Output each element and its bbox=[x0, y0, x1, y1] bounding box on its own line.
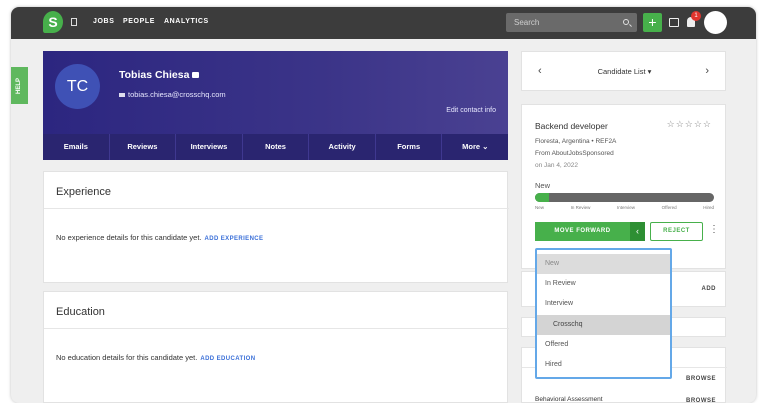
tab-activity[interactable]: Activity bbox=[309, 134, 376, 160]
stage-option-crosschq[interactable]: Crosschq bbox=[537, 315, 670, 335]
stage-progress-fill bbox=[535, 193, 550, 202]
add-button[interactable]: ADD bbox=[702, 286, 717, 292]
tab-interviews[interactable]: Interviews bbox=[176, 134, 243, 160]
search-input[interactable]: Search bbox=[506, 13, 637, 32]
search-icon bbox=[623, 19, 629, 25]
job-title[interactable]: Backend developer bbox=[535, 121, 608, 131]
candidate-avatar: TC bbox=[55, 64, 100, 109]
app-window: S JOBS PEOPLE ANALYTICS Search + 1 HELP … bbox=[11, 7, 756, 403]
candidate-name-text: Tobias Chiesa bbox=[119, 69, 190, 81]
reject-button[interactable]: REJECT bbox=[650, 222, 703, 241]
nav-jobs[interactable]: JOBS bbox=[93, 18, 114, 25]
candidate-profile-header: TC Tobias Chiesa tobias.chiesa@crosschq.… bbox=[43, 51, 508, 160]
add-education-link[interactable]: ADD EDUCATION bbox=[200, 356, 255, 362]
tab-emails[interactable]: Emails bbox=[43, 134, 110, 160]
education-card: Education No education details for this … bbox=[43, 291, 509, 403]
step-in-review: In Review bbox=[570, 205, 591, 210]
candidate-email: tobias.chiesa@crosschq.com bbox=[119, 90, 226, 99]
job-location: Floresta, Argentina • REF2A bbox=[535, 138, 617, 145]
lock-icon bbox=[192, 72, 200, 78]
next-candidate-button[interactable]: › bbox=[705, 65, 709, 77]
tab-more[interactable]: More ⌄ bbox=[442, 134, 508, 160]
stage-option-hired[interactable]: Hired bbox=[537, 355, 670, 375]
step-new: New bbox=[535, 205, 545, 210]
divider bbox=[44, 208, 509, 209]
stage-option-in-review[interactable]: In Review bbox=[537, 274, 670, 294]
tab-forms[interactable]: Forms bbox=[376, 134, 443, 160]
job-source: From AboutJobsSponsored bbox=[535, 150, 614, 157]
browse-behavioral-button[interactable]: BROWSE bbox=[686, 398, 716, 403]
mail-icon bbox=[119, 93, 125, 97]
job-date: on Jan 4, 2022 bbox=[535, 162, 579, 169]
candidate-list-nav: ‹ Candidate List ▾ › bbox=[521, 51, 726, 91]
edit-contact-link[interactable]: Edit contact info bbox=[446, 107, 496, 114]
help-tab[interactable]: HELP bbox=[11, 67, 28, 104]
tab-reviews[interactable]: Reviews bbox=[110, 134, 177, 160]
candidate-email-text[interactable]: tobias.chiesa@crosschq.com bbox=[128, 90, 226, 99]
more-options-icon[interactable]: ⋮ bbox=[709, 224, 719, 235]
user-avatar[interactable] bbox=[704, 11, 727, 34]
education-empty-text: No education details for this candidate … bbox=[56, 353, 255, 362]
app-logo[interactable]: S bbox=[43, 11, 63, 33]
top-navigation-bar: S JOBS PEOPLE ANALYTICS Search + 1 bbox=[11, 7, 756, 39]
candidate-name: Tobias Chiesa bbox=[119, 69, 200, 81]
search-placeholder: Search bbox=[514, 18, 540, 27]
bookmark-icon[interactable] bbox=[71, 18, 77, 26]
experience-title: Experience bbox=[56, 186, 112, 198]
step-interview: Interview bbox=[617, 205, 636, 210]
inbox-icon[interactable] bbox=[669, 18, 679, 27]
divider bbox=[44, 328, 509, 329]
profile-tabs: Emails Reviews Interviews Notes Activity… bbox=[43, 134, 508, 160]
stage-steps: New In Review Interview Offered Hired bbox=[535, 205, 714, 210]
add-button[interactable]: + bbox=[643, 13, 662, 32]
current-stage: New bbox=[535, 181, 551, 190]
education-empty-message: No education details for this candidate … bbox=[56, 353, 198, 362]
education-title: Education bbox=[56, 306, 105, 318]
tab-notes[interactable]: Notes bbox=[243, 134, 310, 160]
experience-empty-text: No experience details for this candidate… bbox=[56, 233, 263, 242]
stage-dropdown-menu: New In Review Interview Crosschq Offered… bbox=[535, 248, 672, 379]
notification-badge: 1 bbox=[691, 11, 701, 21]
stage-option-interview[interactable]: Interview bbox=[537, 294, 670, 314]
experience-empty-message: No experience details for this candidate… bbox=[56, 233, 202, 242]
nav-analytics[interactable]: ANALYTICS bbox=[164, 18, 209, 25]
candidate-list-dropdown[interactable]: Candidate List ▾ bbox=[522, 67, 727, 76]
stage-option-offered[interactable]: Offered bbox=[537, 335, 670, 355]
move-forward-button[interactable]: MOVE FORWARD bbox=[535, 222, 630, 241]
stage-progress-bar bbox=[535, 193, 714, 202]
experience-card: Experience No experience details for thi… bbox=[43, 171, 509, 283]
behavioral-assessment-label: Behavioral Assessment bbox=[535, 396, 603, 403]
stage-option-new[interactable]: New bbox=[537, 254, 670, 274]
rating-stars[interactable]: ☆☆☆☆☆ bbox=[667, 119, 712, 130]
add-experience-link[interactable]: ADD EXPERIENCE bbox=[205, 236, 264, 242]
browse-button[interactable]: BROWSE bbox=[686, 376, 716, 382]
chevron-left-icon[interactable]: ‹ bbox=[630, 222, 645, 241]
step-hired: Hired bbox=[703, 205, 714, 210]
step-offered: Offered bbox=[661, 205, 677, 210]
job-application-card: Backend developer ☆☆☆☆☆ Floresta, Argent… bbox=[521, 104, 726, 269]
nav-people[interactable]: PEOPLE bbox=[123, 18, 155, 25]
